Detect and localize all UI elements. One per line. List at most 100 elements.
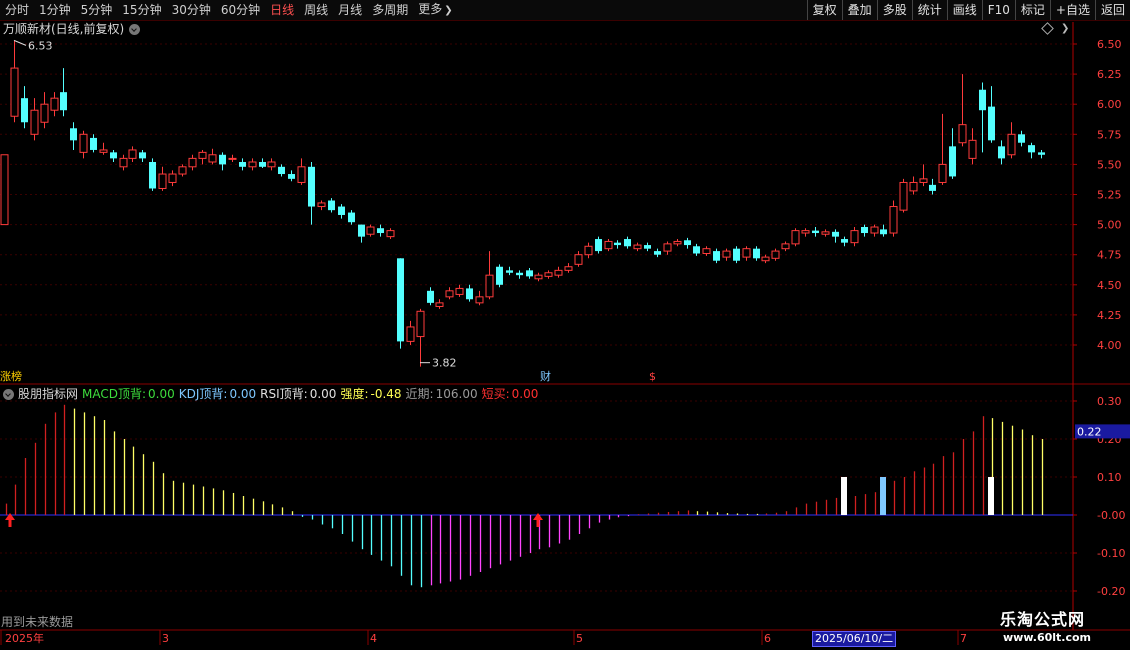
collapse-icon[interactable]: ❯ (1061, 23, 1069, 34)
tab-4[interactable]: 30分钟 (167, 0, 216, 20)
candle-body (554, 269, 563, 276)
indicator-field-5: 短买: 0.00 (482, 386, 539, 402)
annotations: 6.53 3.82 (13, 39, 457, 370)
candle-body (889, 206, 898, 234)
candle (574, 251, 583, 267)
tool-button-8[interactable]: 返回 (1094, 0, 1130, 20)
candle (70, 122, 77, 150)
candle-body (435, 302, 444, 307)
high-pointer (13, 39, 27, 46)
tool-button-3[interactable]: 统计 (911, 0, 947, 20)
candle-body (228, 157, 237, 160)
candle (358, 224, 365, 243)
candle (929, 178, 936, 195)
candle (288, 170, 295, 182)
candle (317, 200, 326, 211)
candle (870, 224, 879, 237)
tool-button-6[interactable]: 标记 (1014, 0, 1050, 20)
indicator-field-2: RSI顶背: 0.00 (260, 386, 336, 402)
candle-body (455, 287, 464, 295)
candle-body (21, 98, 28, 123)
tool-button-2[interactable]: 多股 (876, 0, 912, 20)
candle-body (534, 274, 543, 280)
candle (654, 248, 661, 258)
candle (219, 152, 226, 171)
candle (516, 270, 523, 279)
candle (406, 320, 415, 345)
candle (742, 246, 751, 261)
candle (239, 158, 246, 171)
candle (693, 243, 700, 256)
candle-body (278, 166, 285, 175)
candle (919, 164, 928, 187)
candle-body (119, 157, 128, 168)
tab-2[interactable]: 5分钟 (76, 0, 118, 20)
indicator-field-value: 0.00 (511, 387, 539, 401)
x-tick-label: 4 (370, 632, 377, 645)
tool-button-0[interactable]: 复权 (806, 0, 842, 20)
candle (168, 170, 177, 187)
low-label: 3.82 (432, 357, 457, 370)
candle (110, 149, 117, 162)
candle-body (988, 106, 995, 141)
candle-body (644, 245, 651, 249)
candle-body (178, 166, 187, 175)
candle-body (870, 226, 879, 234)
candle-body (771, 250, 780, 259)
chevron-right-icon: ❯ (444, 5, 453, 16)
indicator-field-value: 106.00 (435, 387, 478, 401)
tool-button-5[interactable]: F10 (981, 0, 1015, 20)
candle (949, 128, 956, 179)
candle-body (506, 270, 513, 273)
tool-buttons: 复权 叠加 多股 统计 画线 F10 标记 +自选 返回 (806, 0, 1130, 20)
candle (850, 227, 859, 247)
y-tick-label: -0.00 (1097, 509, 1125, 522)
candle (781, 241, 790, 252)
y-tick-label: 0.30 (1097, 395, 1122, 408)
candle (427, 287, 434, 306)
tool-button-7[interactable]: +自选 (1049, 0, 1095, 20)
tab-0[interactable]: 分时 (0, 0, 34, 20)
candle-body (801, 230, 810, 234)
indicator-name: 股朋指标网 (18, 387, 79, 401)
tool-button-1[interactable]: 叠加 (841, 0, 877, 20)
grid-lines (0, 22, 1130, 631)
indicator-field-3: 强度: -0.48 (340, 386, 401, 402)
candle-body (267, 161, 276, 168)
candle (79, 130, 88, 159)
candle (998, 140, 1005, 165)
tab-6[interactable]: 日线 (265, 0, 299, 20)
chevron-down-icon[interactable] (3, 388, 14, 400)
chevron-down-icon[interactable] (129, 23, 141, 35)
candle-body (733, 248, 740, 261)
tool-button-4[interactable]: 画线 (946, 0, 982, 20)
candle-body (899, 181, 908, 211)
tab-10[interactable]: 更多 ❯ (413, 0, 457, 21)
candle (386, 228, 395, 240)
candle (821, 229, 830, 237)
candle-body (99, 149, 108, 153)
candle (475, 290, 484, 306)
tab-1[interactable]: 1分钟 (34, 0, 76, 20)
chart-area[interactable]: 6.50 6.25 6.00 5.75 5.50 5.25 5.00 4.75 4.50 4.25… (0, 20, 1130, 650)
candle (397, 258, 404, 349)
tab-9[interactable]: 多周期 (367, 0, 413, 20)
indicator-field-label: RSI顶背: (260, 387, 308, 401)
candle (188, 154, 197, 171)
s-tag[interactable]: $ (649, 370, 656, 384)
tab-8[interactable]: 月线 (333, 0, 367, 20)
candle-body (949, 146, 956, 177)
finance-tag[interactable]: 财 (540, 370, 551, 384)
tab-7[interactable]: 周线 (299, 0, 333, 20)
candle-body (702, 248, 711, 254)
tab-5[interactable]: 60分钟 (216, 0, 265, 20)
watermark-title: 乐淘公式网 (1000, 610, 1086, 629)
tab-3[interactable]: 15分钟 (117, 0, 166, 20)
candle-body (584, 245, 593, 256)
candle-body (377, 228, 384, 234)
candle (988, 86, 995, 143)
candle (198, 149, 207, 165)
rank-tag[interactable]: 涨榜 (0, 370, 22, 384)
candle (880, 224, 887, 237)
candle-body (722, 250, 731, 258)
